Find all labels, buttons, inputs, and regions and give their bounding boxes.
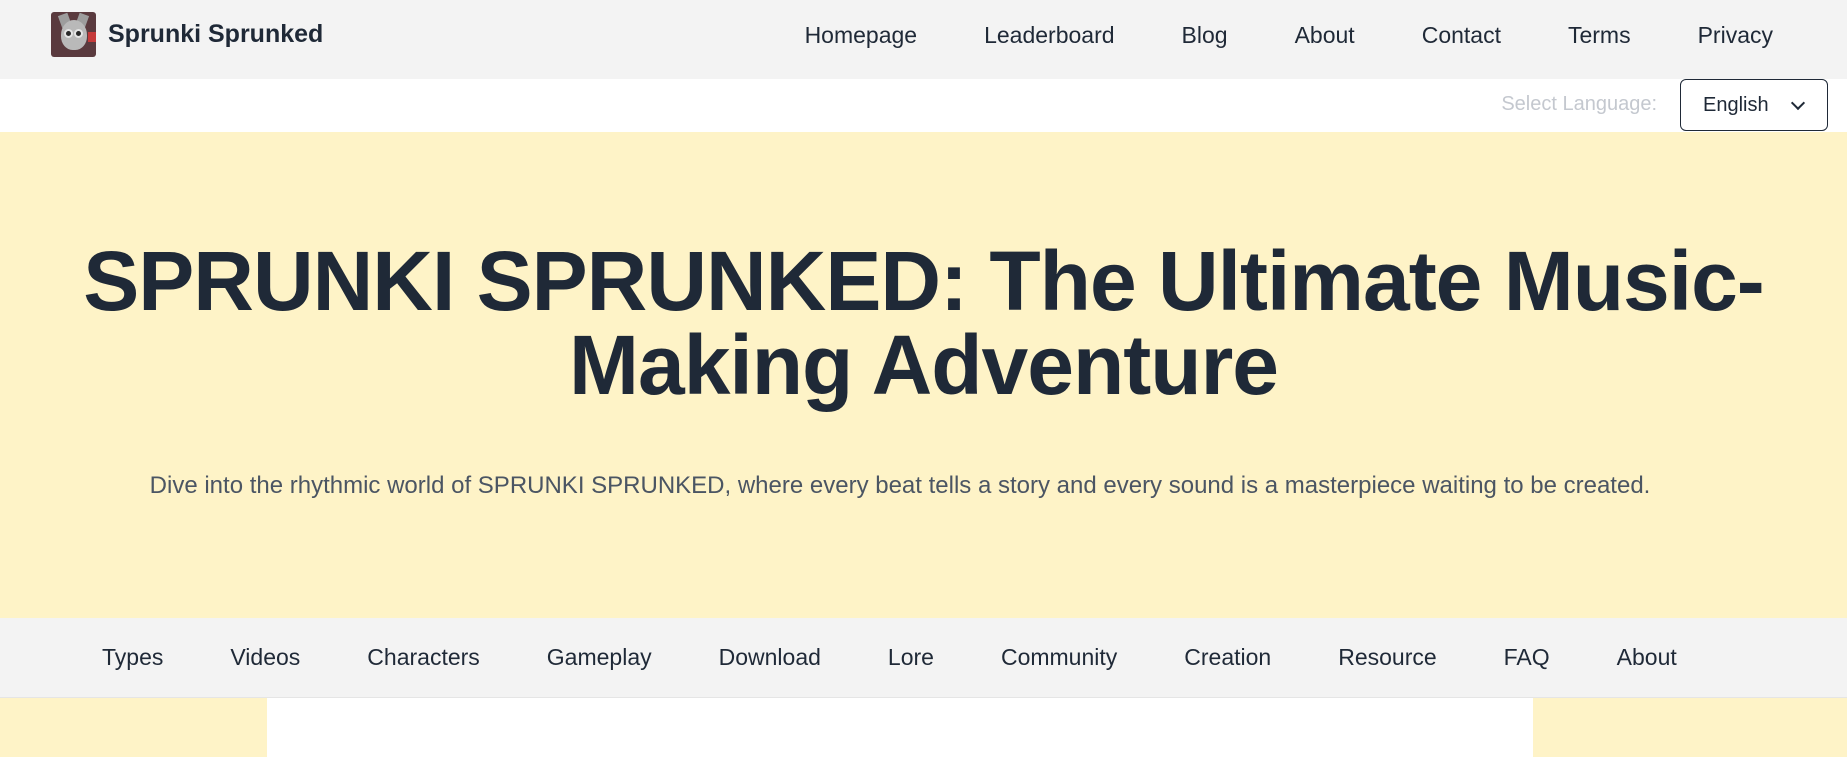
section-link-community[interactable]: Community: [1001, 644, 1117, 671]
nav-link-blog[interactable]: Blog: [1182, 20, 1228, 50]
section-link-types[interactable]: Types: [102, 644, 163, 671]
section-nav: Types Videos Characters Gameplay Downloa…: [0, 618, 1847, 698]
section-link-download[interactable]: Download: [719, 644, 821, 671]
section-link-about[interactable]: About: [1617, 644, 1677, 671]
section-link-faq[interactable]: FAQ: [1504, 644, 1550, 671]
nav-link-contact[interactable]: Contact: [1422, 20, 1501, 50]
hero-section: SPRUNKI SPRUNKED: The Ultimate Music-Mak…: [0, 132, 1847, 618]
content-area: [0, 698, 1847, 757]
nav-link-leaderboard[interactable]: Leaderboard: [984, 20, 1114, 50]
brand-name[interactable]: Sprunki Sprunked: [108, 20, 323, 49]
content-card: [267, 698, 1533, 757]
section-link-characters[interactable]: Characters: [367, 644, 479, 671]
section-link-videos[interactable]: Videos: [230, 644, 300, 671]
nav-link-terms[interactable]: Terms: [1568, 20, 1631, 50]
nav-link-homepage[interactable]: Homepage: [805, 20, 918, 50]
hero-subtitle: Dive into the rhythmic world of SPRUNKI …: [149, 472, 1651, 499]
language-select[interactable]: English: [1680, 79, 1828, 131]
section-link-lore[interactable]: Lore: [888, 644, 934, 671]
language-selected-value: English: [1703, 93, 1769, 116]
section-link-resource[interactable]: Resource: [1338, 644, 1436, 671]
language-label: Select Language:: [1501, 93, 1657, 115]
main-nav: Homepage Leaderboard Blog About Contact …: [738, 20, 1773, 50]
section-link-creation[interactable]: Creation: [1184, 644, 1271, 671]
chevron-down-icon: [1790, 95, 1806, 111]
brand[interactable]: Sprunki Sprunked: [51, 12, 323, 57]
nav-link-privacy[interactable]: Privacy: [1698, 20, 1773, 50]
language-bar: Select Language: English: [0, 79, 1847, 132]
nav-link-about[interactable]: About: [1295, 20, 1355, 50]
hero-title: SPRUNKI SPRUNKED: The Ultimate Music-Mak…: [83, 234, 1765, 412]
top-navigation-bar: Sprunki Sprunked Homepage Leaderboard Bl…: [0, 0, 1847, 79]
section-link-gameplay[interactable]: Gameplay: [547, 644, 652, 671]
sprunki-logo-icon[interactable]: [51, 12, 96, 57]
